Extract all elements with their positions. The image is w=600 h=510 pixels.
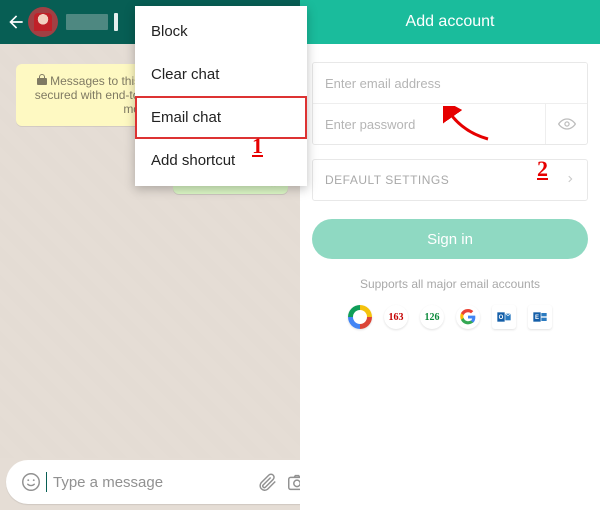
lock-icon: [37, 74, 47, 86]
contact-name-redacted: [66, 14, 108, 30]
message-input-bar: [6, 460, 294, 504]
add-account-panel: Add account DEFAULT SETTINGS Sign in Sup: [300, 0, 600, 510]
provider-exchange-icon[interactable]: E: [528, 305, 552, 329]
menu-item-add-shortcut[interactable]: Add shortcut: [135, 139, 307, 182]
email-field[interactable]: [313, 63, 587, 103]
back-arrow-icon[interactable]: [6, 12, 26, 32]
emoji-icon[interactable]: [16, 471, 46, 493]
menu-item-block[interactable]: Block: [135, 10, 307, 53]
support-text: Supports all major email accounts: [312, 277, 588, 291]
svg-text:E: E: [535, 315, 539, 321]
password-row: [313, 104, 587, 144]
provider-163-icon[interactable]: 163: [384, 305, 408, 329]
sign-in-button[interactable]: Sign in: [312, 219, 588, 259]
avatar[interactable]: [28, 7, 58, 37]
email-row: [313, 63, 587, 103]
overflow-menu: Block Clear chat Email chat Add shortcut: [135, 6, 307, 186]
sign-in-label: Sign in: [427, 231, 473, 248]
default-settings-row[interactable]: DEFAULT SETTINGS: [312, 159, 588, 201]
provider-qqmail-icon[interactable]: [348, 305, 372, 329]
message-input-pill: [6, 460, 322, 504]
chevron-right-icon: [565, 172, 575, 189]
provider-126-icon[interactable]: 126: [420, 305, 444, 329]
add-account-title: Add account: [406, 13, 495, 31]
svg-text:O: O: [499, 315, 504, 321]
menu-item-clear-chat[interactable]: Clear chat: [135, 53, 307, 96]
contact-name-area[interactable]: [66, 13, 118, 31]
provider-outlook-icon[interactable]: O: [492, 305, 516, 329]
add-account-body: DEFAULT SETTINGS Sign in Supports all ma…: [300, 44, 600, 347]
credentials-group: [312, 62, 588, 145]
password-field[interactable]: [313, 104, 545, 144]
show-password-icon[interactable]: [545, 104, 587, 144]
provider-row: 163 126 O E: [312, 305, 588, 329]
text-caret: [46, 472, 47, 492]
attachment-icon[interactable]: [252, 471, 282, 493]
provider-google-icon[interactable]: [456, 305, 480, 329]
default-settings-label: DEFAULT SETTINGS: [325, 173, 449, 187]
message-input[interactable]: [49, 474, 252, 491]
whatsapp-chat-panel: Messages to this chat and calls are now …: [0, 0, 300, 510]
menu-item-email-chat[interactable]: Email chat: [135, 96, 307, 139]
divider-icon: [114, 13, 118, 31]
add-account-header: Add account: [300, 0, 600, 44]
